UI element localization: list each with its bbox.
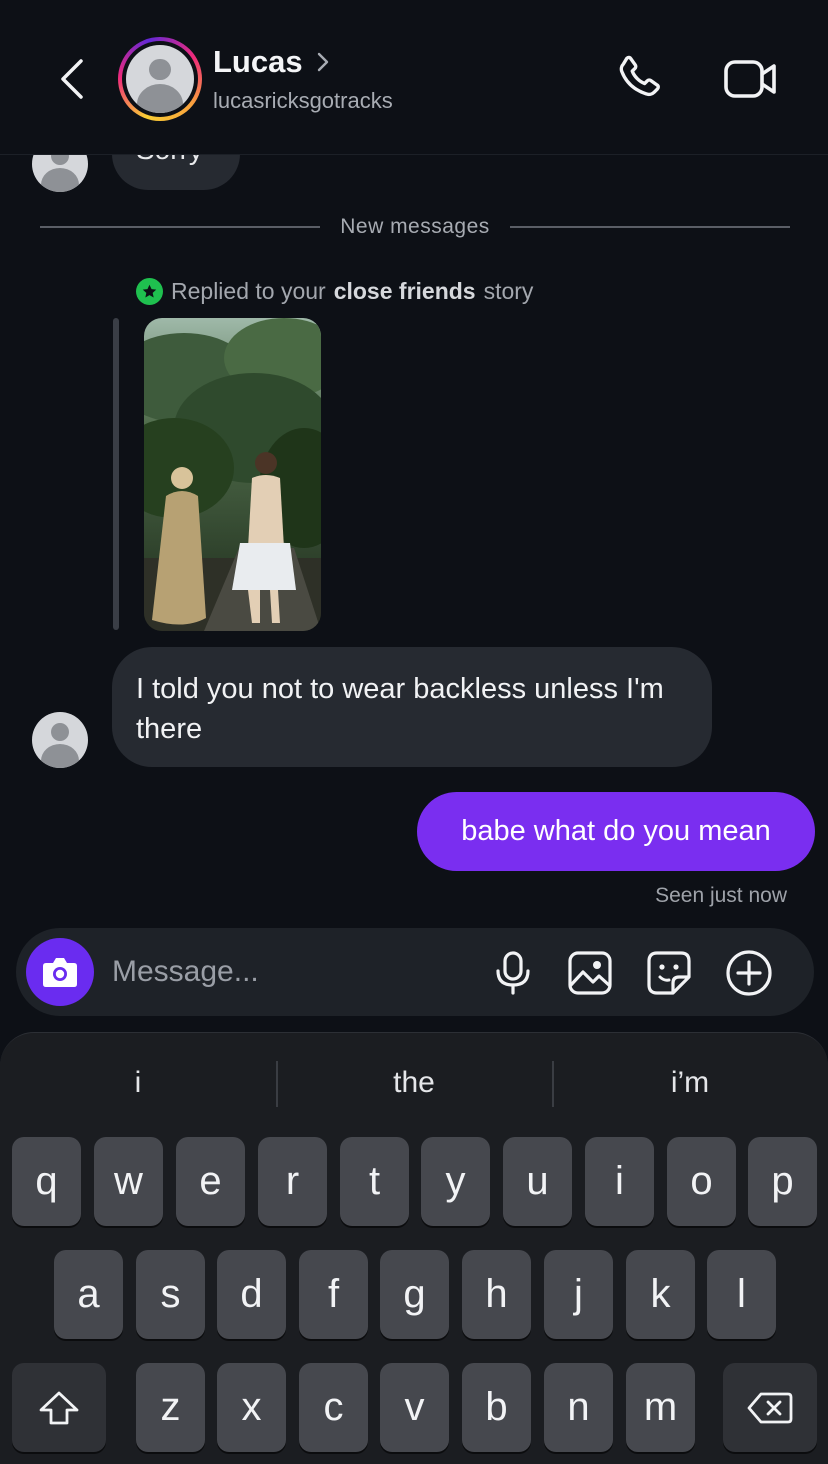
chevron-left-icon [61,59,83,99]
contact-name-row[interactable]: Lucas [213,44,329,80]
microphone-icon [496,951,530,995]
contact-handle: lucasricksgotracks [213,88,393,113]
story-reply-note: Replied to your close friends story [136,278,533,305]
key-f[interactable]: f [299,1250,368,1339]
key-z[interactable]: z [136,1363,205,1452]
shift-icon [39,1391,79,1424]
message-composer [16,928,814,1016]
key-l[interactable]: l [707,1250,776,1339]
reply-quote-bar [113,318,119,630]
keyboard: i the i’m q w e r t y u i o p a s d f g … [0,1032,828,1464]
reply-note-suffix: story [483,278,534,304]
message-input[interactable] [112,948,472,996]
key-b[interactable]: b [462,1363,531,1452]
divider-label: New messages [340,215,490,238]
key-m[interactable]: m [626,1363,695,1452]
contact-avatar[interactable] [118,37,202,121]
plus-circle-icon [726,950,772,996]
reply-note-emphasis: close friends [333,278,476,304]
back-button[interactable] [50,54,94,104]
message-text: I told you not to wear backless unless I… [136,673,664,745]
close-friends-star-icon [136,278,163,305]
story-thumbnail[interactable] [144,318,321,631]
call-button[interactable] [612,52,666,106]
delete-key[interactable] [723,1363,817,1452]
suggestion[interactable]: i [0,1053,276,1113]
message-text: babe what do you mean [461,815,771,847]
voice-message-button[interactable] [486,946,540,1000]
key-t[interactable]: t [340,1137,409,1226]
key-h[interactable]: h [462,1250,531,1339]
image-icon [568,951,612,995]
sticker-button[interactable] [642,946,696,1000]
suggestion[interactable]: i’m [552,1053,828,1113]
key-g[interactable]: g [380,1250,449,1339]
key-a[interactable]: a [54,1250,123,1339]
suggestion[interactable]: the [276,1053,552,1113]
key-p[interactable]: p [748,1137,817,1226]
key-x[interactable]: x [217,1363,286,1452]
predictive-suggestions: i the i’m [0,1053,828,1113]
key-o[interactable]: o [667,1137,736,1226]
more-options-button[interactable] [722,946,776,1000]
key-w[interactable]: w [94,1137,163,1226]
key-r[interactable]: r [258,1137,327,1226]
key-q[interactable]: q [12,1137,81,1226]
gallery-button[interactable] [563,946,617,1000]
backspace-icon [747,1392,793,1423]
reply-note-prefix: Replied to your [171,278,326,304]
key-s[interactable]: s [136,1250,205,1339]
key-u[interactable]: u [503,1137,572,1226]
chevron-right-icon [317,52,328,72]
dm-screen: Sorry New messages Replied to your close… [0,0,828,1464]
key-d[interactable]: d [217,1250,286,1339]
key-v[interactable]: v [380,1363,449,1452]
camera-icon [43,958,77,987]
video-camera-icon [724,60,776,98]
contact-name: Lucas [213,44,303,79]
key-i[interactable]: i [585,1137,654,1226]
seen-status: Seen just now [655,884,787,907]
key-e[interactable]: e [176,1137,245,1226]
key-n[interactable]: n [544,1363,613,1452]
shift-key[interactable] [12,1363,106,1452]
avatar[interactable] [32,712,88,768]
message-bubble-outgoing[interactable]: babe what do you mean [417,792,815,871]
key-c[interactable]: c [299,1363,368,1452]
chat-header: Lucas lucasricksgotracks [0,0,828,155]
key-y[interactable]: y [421,1137,490,1226]
story-image [144,318,321,631]
video-call-button[interactable] [722,54,780,104]
message-bubble-incoming[interactable]: I told you not to wear backless unless I… [112,647,712,767]
camera-button[interactable] [26,938,94,1006]
new-messages-divider: New messages [40,215,790,239]
sticker-icon [647,951,691,995]
key-j[interactable]: j [544,1250,613,1339]
phone-icon [619,55,660,97]
key-k[interactable]: k [626,1250,695,1339]
